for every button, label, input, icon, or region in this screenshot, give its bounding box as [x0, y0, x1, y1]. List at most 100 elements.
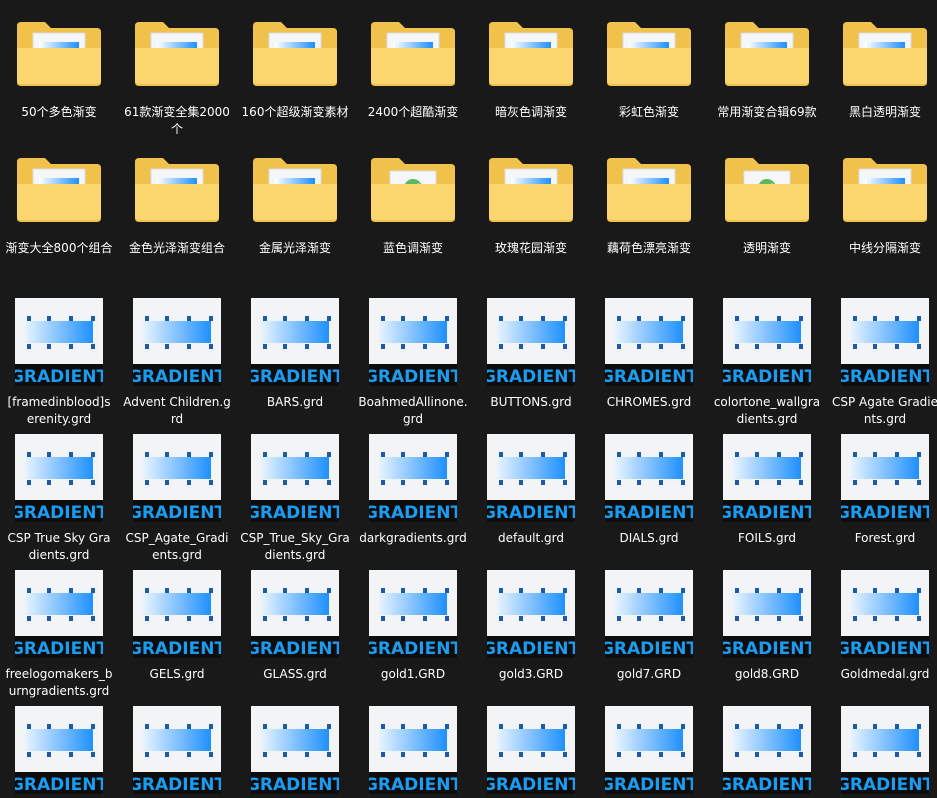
gradient-badge-text: GRADIENT	[487, 775, 575, 794]
gradient-badge-text: GRADIENT	[723, 775, 811, 794]
gradient-badge-text: GRADIENT	[251, 639, 339, 658]
gradient-file-icon: GRADIENT	[600, 298, 698, 387]
gradient-badge-text: GRADIENT	[369, 775, 457, 794]
gradient-badge-text: GRADIENT	[369, 367, 457, 386]
gradient-file-icon: GRADIENT	[128, 706, 226, 795]
gradient-badge-text: GRADIENT	[487, 639, 575, 658]
gradient-file-icon: GRADIENT	[364, 706, 462, 795]
gradient-badge-text: GRADIENT	[723, 367, 811, 386]
folder-label: 玫瑰花园渐变	[494, 241, 567, 255]
folder-icon	[249, 154, 341, 224]
gradient-badge-text: GRADIENT	[15, 639, 103, 658]
gradient-file-icon: GRADIENT	[482, 570, 580, 659]
file-label: colortone_wallgradients.grd	[713, 395, 821, 426]
folder-label: 中线分隔渐变	[848, 241, 921, 255]
gradient-file-icon: GRADIENT	[600, 706, 698, 795]
gradient-file-icon: GRADIENT	[10, 434, 108, 523]
gradient-file-icon: GRADIENT	[836, 434, 934, 523]
folder-icon	[721, 18, 813, 88]
folder-label: 2400个超酷渐变	[367, 105, 459, 119]
file-label: default.grd	[498, 531, 564, 545]
gradient-file-icon: GRADIENT	[836, 706, 934, 795]
file-label: gold1.GRD	[380, 667, 446, 681]
folder-icon	[485, 18, 577, 88]
file-grid: 50个多色渐变 61款渐变全集2000个 160个超级渐变素材 2400个超酷渐…	[0, 0, 937, 795]
folder-label: 黑白透明渐变	[848, 105, 921, 119]
folder-label: 彩虹色渐变	[618, 105, 679, 119]
gradient-file-icon: GRADIENT	[128, 434, 226, 523]
gradient-badge-text: GRADIENT	[251, 503, 339, 522]
gradient-badge-text: GRADIENT	[841, 503, 929, 522]
gradient-badge-text: GRADIENT	[251, 775, 339, 794]
file-label: CSP_True_Sky_Gradients.grd	[240, 531, 350, 562]
file-label: gold8.GRD	[734, 667, 800, 681]
folder-icon	[603, 154, 695, 224]
folder-icon	[249, 18, 341, 88]
folder-icon	[485, 154, 577, 224]
folder-icon	[721, 154, 813, 224]
gradient-file-icon: GRADIENT	[10, 706, 108, 795]
folder-icon	[13, 154, 105, 224]
gradient-file-icon: GRADIENT	[482, 298, 580, 387]
gradient-file-icon: GRADIENT	[718, 570, 816, 659]
folder-icon	[839, 154, 931, 224]
folder-label: 50个多色渐变	[21, 105, 97, 119]
gradient-badge-text: GRADIENT	[487, 367, 575, 386]
gradient-badge-text: GRADIENT	[133, 639, 221, 658]
gradient-badge-text: GRADIENT	[723, 503, 811, 522]
folder-label: 金属光泽渐变	[258, 241, 331, 255]
folder-label: 61款渐变全集2000个	[124, 105, 230, 136]
folder-icon	[131, 154, 223, 224]
folder-label: 藕荷色漂亮渐变	[606, 241, 691, 255]
gradient-file-icon: GRADIENT	[836, 298, 934, 387]
gradient-file-icon: GRADIENT	[600, 570, 698, 659]
gradient-file-icon: GRADIENT	[482, 434, 580, 523]
gradient-badge-text: GRADIENT	[723, 639, 811, 658]
gradient-badge-text: GRADIENT	[605, 503, 693, 522]
file-label: DIALS.grd	[619, 531, 679, 545]
gradient-file-icon: GRADIENT	[836, 570, 934, 659]
file-label: CSP True Sky Gradients.grd	[7, 531, 111, 562]
folder-icon	[603, 18, 695, 88]
gradient-file-icon: GRADIENT	[364, 570, 462, 659]
folder-label: 常用渐变合辑69款	[717, 105, 817, 119]
gradient-file-icon: GRADIENT	[10, 570, 108, 659]
folder-label: 渐变大全800个组合	[5, 241, 113, 255]
gradient-file-icon: GRADIENT	[364, 434, 462, 523]
gradient-file-icon: GRADIENT	[246, 434, 344, 523]
gradient-badge-text: GRADIENT	[487, 503, 575, 522]
gradient-badge-text: GRADIENT	[841, 367, 929, 386]
file-label: Forest.grd	[854, 531, 916, 545]
gradient-file-icon: GRADIENT	[718, 706, 816, 795]
file-label: freelogomakers_burngradients.grd	[5, 667, 113, 698]
file-label: BARS.grd	[266, 395, 324, 409]
folder-label: 160个超级渐变素材	[241, 105, 349, 119]
gradient-badge-text: GRADIENT	[15, 775, 103, 794]
file-label: CHROMES.grd	[606, 395, 692, 409]
gradient-file-icon: GRADIENT	[246, 570, 344, 659]
file-label: GELS.grd	[149, 667, 205, 681]
folder-icon	[367, 154, 459, 224]
gradient-badge-text: GRADIENT	[15, 367, 103, 386]
gradient-file-icon: GRADIENT	[128, 570, 226, 659]
gradient-badge-text: GRADIENT	[251, 367, 339, 386]
gradient-badge-text: GRADIENT	[841, 775, 929, 794]
file-label: Advent Children.grd	[123, 395, 231, 426]
gradient-badge-text: GRADIENT	[605, 367, 693, 386]
gradient-badge-text: GRADIENT	[133, 367, 221, 386]
file-label: darkgradients.grd	[359, 531, 467, 545]
gradient-file-icon: GRADIENT	[10, 298, 108, 387]
folder-icon	[131, 18, 223, 88]
gradient-badge-text: GRADIENT	[605, 639, 693, 658]
gradient-badge-text: GRADIENT	[133, 775, 221, 794]
file-label: GLASS.grd	[263, 667, 327, 681]
gradient-badge-text: GRADIENT	[133, 503, 221, 522]
gradient-file-icon: GRADIENT	[718, 434, 816, 523]
gradient-badge-text: GRADIENT	[369, 503, 457, 522]
file-label: BoahmedAllinone.grd	[358, 395, 468, 426]
file-label: [framedinblood]serenity.grd	[7, 395, 111, 426]
file-label: gold3.GRD	[498, 667, 564, 681]
folder-label: 蓝色调渐变	[382, 241, 443, 255]
folder-icon	[367, 18, 459, 88]
gradient-badge-text: GRADIENT	[605, 775, 693, 794]
